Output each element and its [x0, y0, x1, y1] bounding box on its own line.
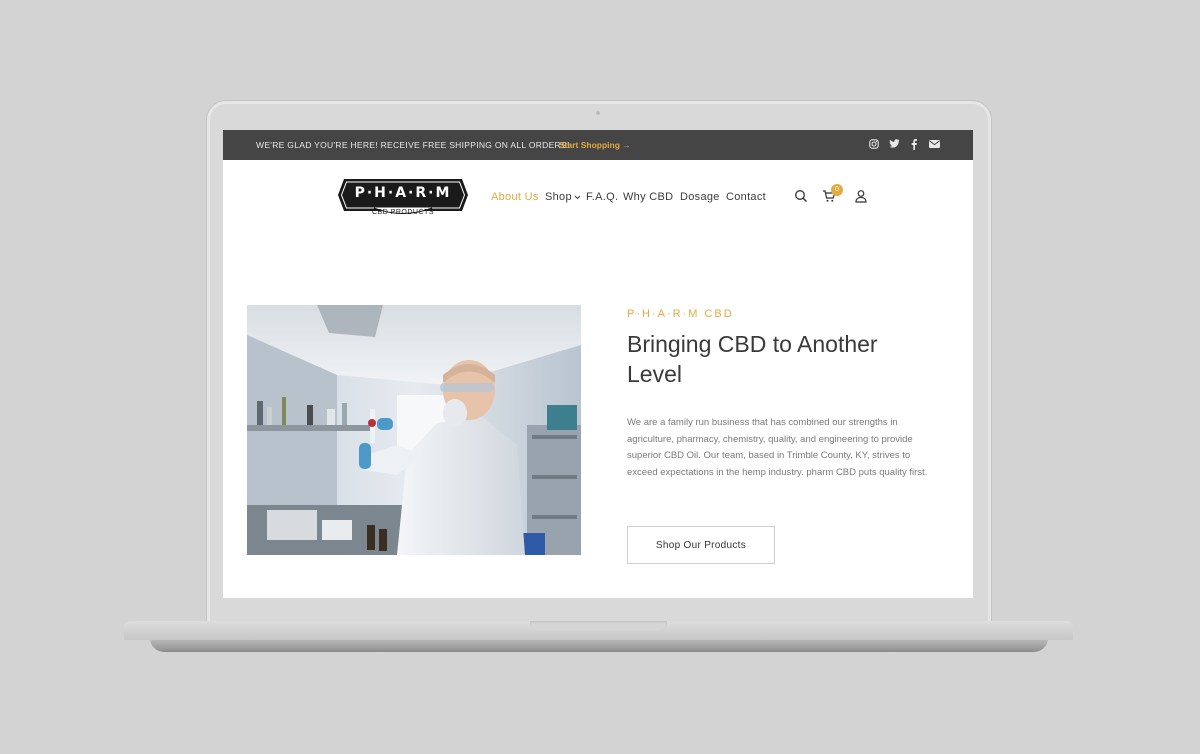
hero-lab-photo: [247, 305, 581, 555]
hero-eyebrow: P·H·A·R·M CBD: [627, 308, 734, 320]
search-icon[interactable]: [794, 189, 808, 203]
hero-heading: Bringing CBD to Another Level: [627, 331, 878, 387]
pharm-logo[interactable]: P·H·A·R·M CBD PRODUCTS: [336, 175, 470, 219]
start-shopping-link[interactable]: Start Shopping →: [559, 140, 631, 150]
nav-shop[interactable]: Shop: [545, 191, 581, 203]
logo-tagline: CBD PRODUCTS: [371, 209, 434, 216]
logo-wordmark: P·H·A·R·M: [354, 185, 452, 201]
cart-count-badge: 0: [831, 184, 843, 196]
email-icon[interactable]: [928, 138, 940, 150]
account-icon[interactable]: [854, 189, 868, 203]
chevron-down-icon: [574, 195, 581, 199]
website-screen: WE'RE GLAD YOU'RE HERE! RECEIVE FREE SHI…: [223, 130, 973, 598]
promo-bar: WE'RE GLAD YOU'RE HERE! RECEIVE FREE SHI…: [223, 130, 973, 160]
nav-about-us[interactable]: About Us: [491, 191, 539, 203]
promo-message: WE'RE GLAD YOU'RE HERE! RECEIVE FREE SHI…: [256, 140, 570, 150]
instagram-icon[interactable]: [868, 138, 880, 150]
nav-shop-label: Shop: [545, 191, 572, 203]
nav-why-cbd[interactable]: Why CBD: [623, 191, 673, 203]
facebook-icon[interactable]: [908, 138, 920, 150]
laptop-base-bottom: [150, 638, 1048, 652]
shop-products-button[interactable]: Shop Our Products: [627, 526, 775, 564]
nav-dosage[interactable]: Dosage: [680, 191, 720, 203]
webcam: [596, 111, 600, 115]
twitter-icon[interactable]: [888, 138, 900, 150]
laptop-notch: [530, 621, 667, 631]
nav-contact[interactable]: Contact: [726, 191, 766, 203]
nav-faq[interactable]: F.A.Q.: [586, 191, 618, 203]
hero-description: We are a family run business that has co…: [627, 417, 928, 478]
social-links: [868, 138, 940, 150]
